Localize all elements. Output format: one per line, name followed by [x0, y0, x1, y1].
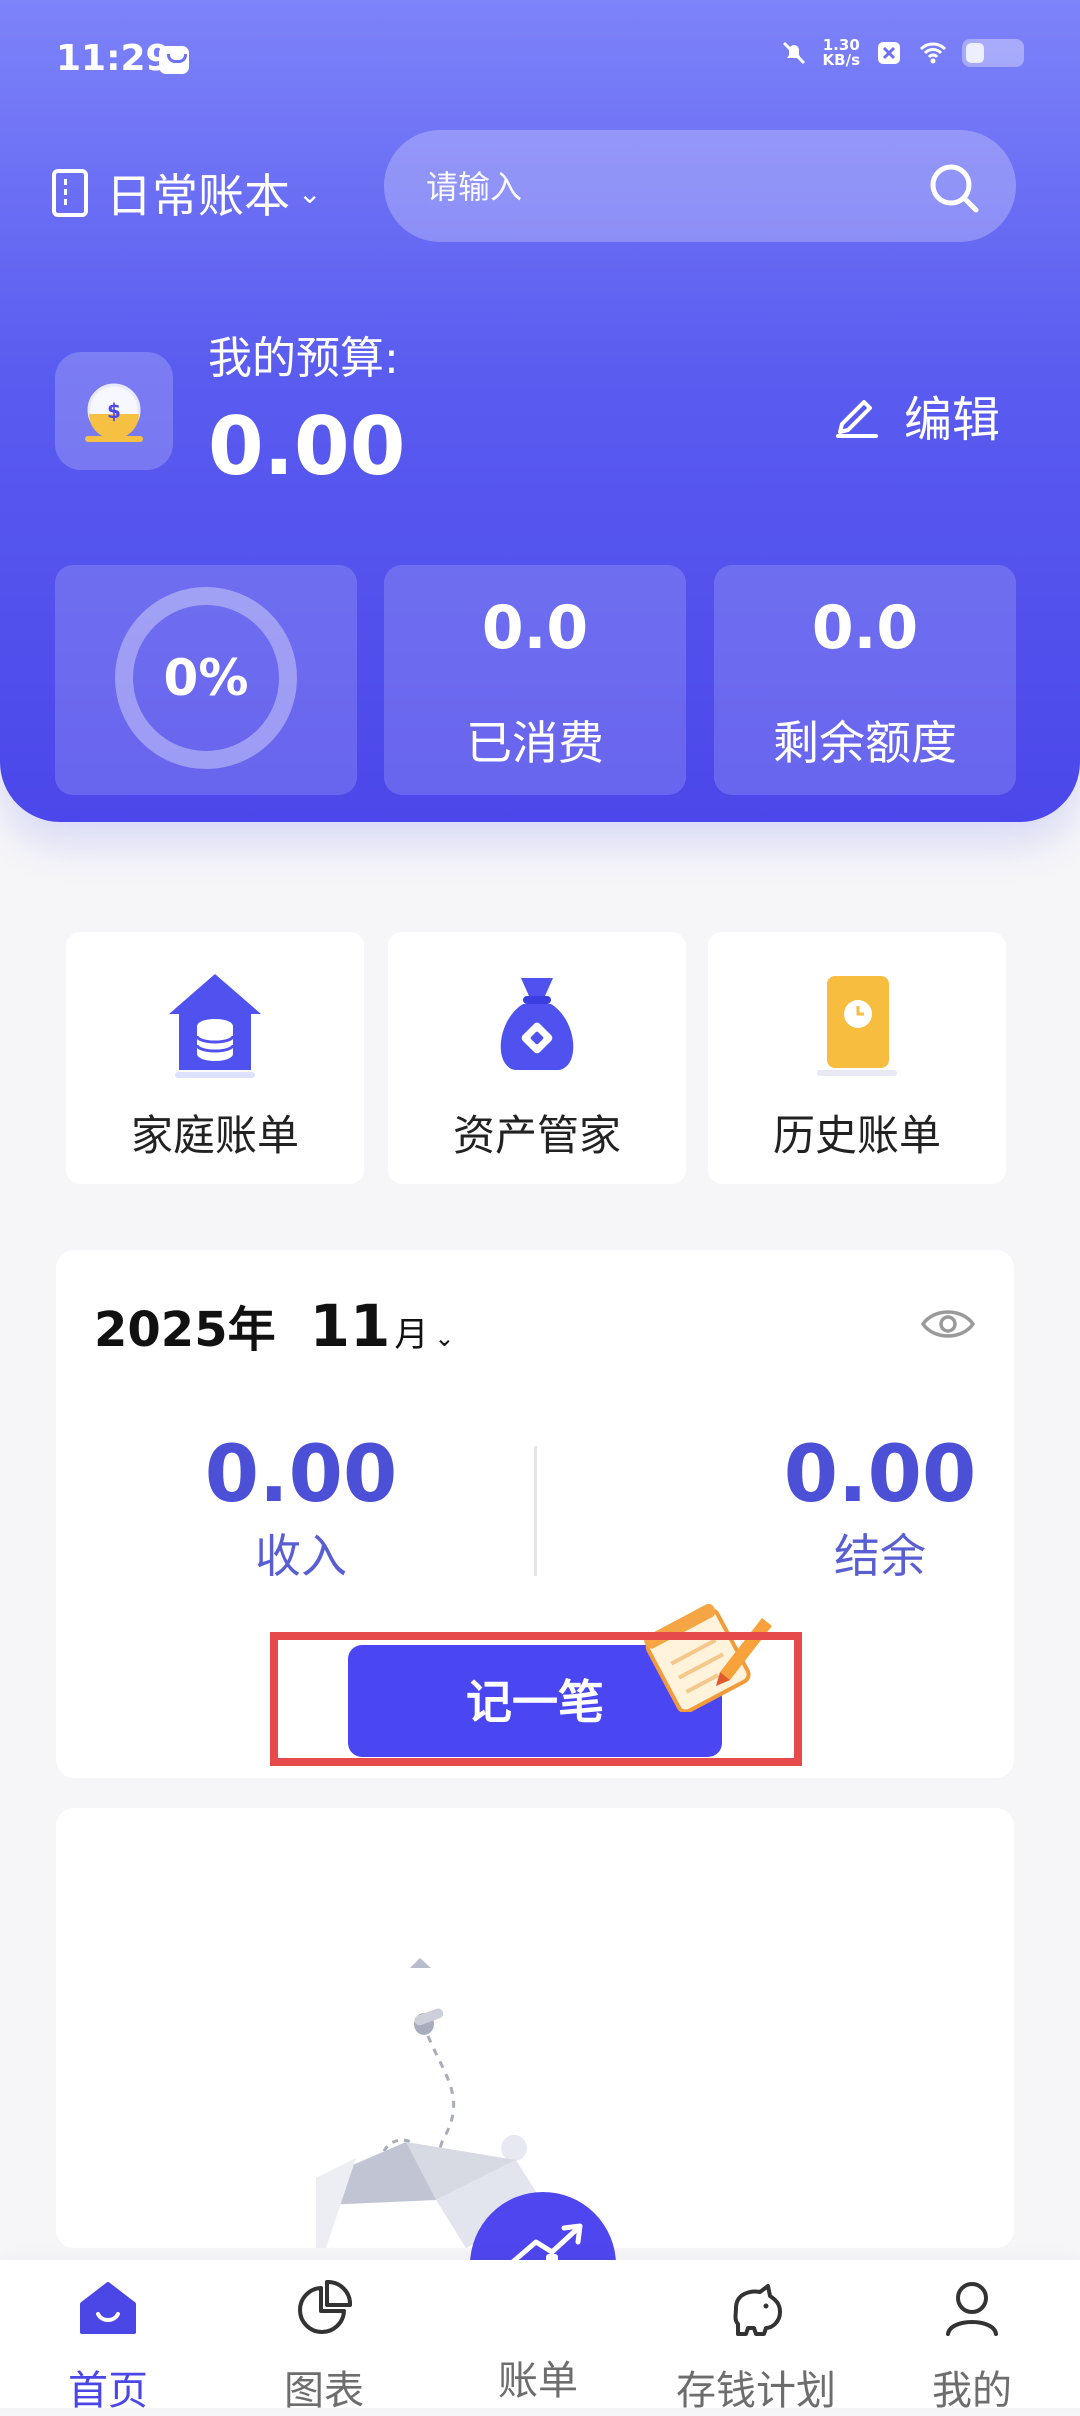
battery-icon	[962, 39, 1024, 67]
bottom-tab-bar: 首页 图表 账单 存钱计划 我的	[0, 2260, 1080, 2414]
remaining-card: 0.0 剩余额度	[714, 565, 1016, 795]
remaining-label: 剩余额度	[773, 716, 957, 770]
tab-charts-label: 图表	[284, 2368, 364, 2414]
balance-summary: 0.00 结余	[730, 1430, 1030, 1586]
monthly-summary-card: 2025年 11 月 ⌄ 0.00 收入 0.00 结余 记一笔	[56, 1250, 1014, 1778]
income-value: 0.00	[204, 1430, 398, 1520]
empty-state-card: +	[56, 1808, 1014, 2248]
pencil-icon	[835, 400, 878, 438]
tab-profile-label: 我的	[932, 2368, 1012, 2414]
ledger-selector[interactable]: 日常账本 ⌄	[52, 160, 321, 226]
budget-progress-card: 0%	[55, 565, 357, 795]
mute-bell-icon	[782, 41, 805, 65]
ledger-title: 日常账本	[106, 169, 290, 223]
month-selector[interactable]: 2025年 11 月 ⌄	[94, 1290, 454, 1360]
search-icon[interactable]	[926, 160, 982, 216]
status-bar: 11:29 1.30 KB/s	[56, 38, 1024, 88]
header-panel: 11:29 1.30 KB/s 日常账本 ⌄ $ 我的预算: 0.00	[0, 0, 1080, 822]
tab-bills[interactable]: 账单	[458, 2278, 618, 2406]
tab-home-label: 首页	[68, 2368, 148, 2414]
eye-icon[interactable]	[920, 1306, 976, 1342]
piggy-bank-icon	[733, 2284, 782, 2336]
clock-card-icon	[817, 976, 897, 1076]
progress-percent: 0%	[163, 649, 249, 707]
remaining-value: 0.0	[811, 593, 919, 663]
balance-label: 结余	[834, 1529, 926, 1583]
budget-label: 我的预算:	[208, 333, 399, 384]
edit-label: 编辑	[903, 392, 1000, 448]
tab-bills-icon-space	[508, 2278, 568, 2338]
budget-coin-icon: $	[55, 352, 173, 470]
message-notification-icon	[159, 46, 189, 74]
network-speed-unit: KB/s	[822, 51, 860, 69]
chevron-down-icon: ⌄	[434, 1324, 455, 1352]
tab-charts[interactable]: 图表	[244, 2278, 404, 2416]
x-box-icon	[878, 42, 900, 64]
asset-manager-shortcut[interactable]: 资产管家	[388, 932, 686, 1184]
balance-value: 0.00	[783, 1430, 977, 1520]
year-label: 2025年	[94, 1302, 276, 1358]
budget-value: 0.00	[208, 400, 406, 493]
user-icon	[946, 2282, 998, 2336]
notepad-pencil-icon	[644, 1603, 772, 1712]
income-summary: 0.00 收入	[151, 1430, 451, 1586]
progress-ring: 0%	[115, 587, 297, 769]
chevron-down-icon: ⌄	[298, 176, 322, 210]
wifi-icon	[919, 42, 947, 64]
month-value: 11	[309, 1292, 391, 1360]
pie-chart-icon	[298, 2279, 353, 2334]
network-speed: 1.30 KB/s	[823, 38, 860, 68]
tab-savings-plan[interactable]: 存钱计划	[676, 2278, 836, 2416]
asset-manager-label: 资产管家	[452, 1111, 621, 1160]
tab-home[interactable]: 首页	[28, 2278, 188, 2416]
tab-bills-label: 账单	[498, 2358, 578, 2404]
tab-savings-plan-label: 存钱计划	[676, 2368, 836, 2414]
money-bag-icon	[500, 978, 574, 1070]
summary-divider	[534, 1446, 537, 1576]
family-bill-label: 家庭账单	[130, 1111, 299, 1160]
notebook-icon	[52, 169, 88, 217]
spent-value: 0.0	[481, 593, 589, 663]
house-coins-icon	[169, 974, 261, 1078]
history-bill-shortcut[interactable]: 历史账单	[708, 932, 1006, 1184]
svg-text:$: $	[107, 399, 121, 423]
edit-budget-button[interactable]: 编辑	[834, 380, 1000, 450]
search-bar[interactable]	[384, 130, 1016, 242]
search-input[interactable]	[424, 160, 898, 214]
income-label: 收入	[255, 1529, 347, 1583]
status-time: 11:29	[56, 38, 171, 79]
family-bill-shortcut[interactable]: 家庭账单	[66, 932, 364, 1184]
history-bill-label: 历史账单	[772, 1111, 941, 1160]
month-unit: 月	[394, 1315, 429, 1355]
spent-card: 0.0 已消费	[384, 565, 686, 795]
home-icon	[80, 2282, 136, 2334]
spent-label: 已消费	[466, 716, 604, 770]
tab-profile[interactable]: 我的	[892, 2278, 1052, 2416]
